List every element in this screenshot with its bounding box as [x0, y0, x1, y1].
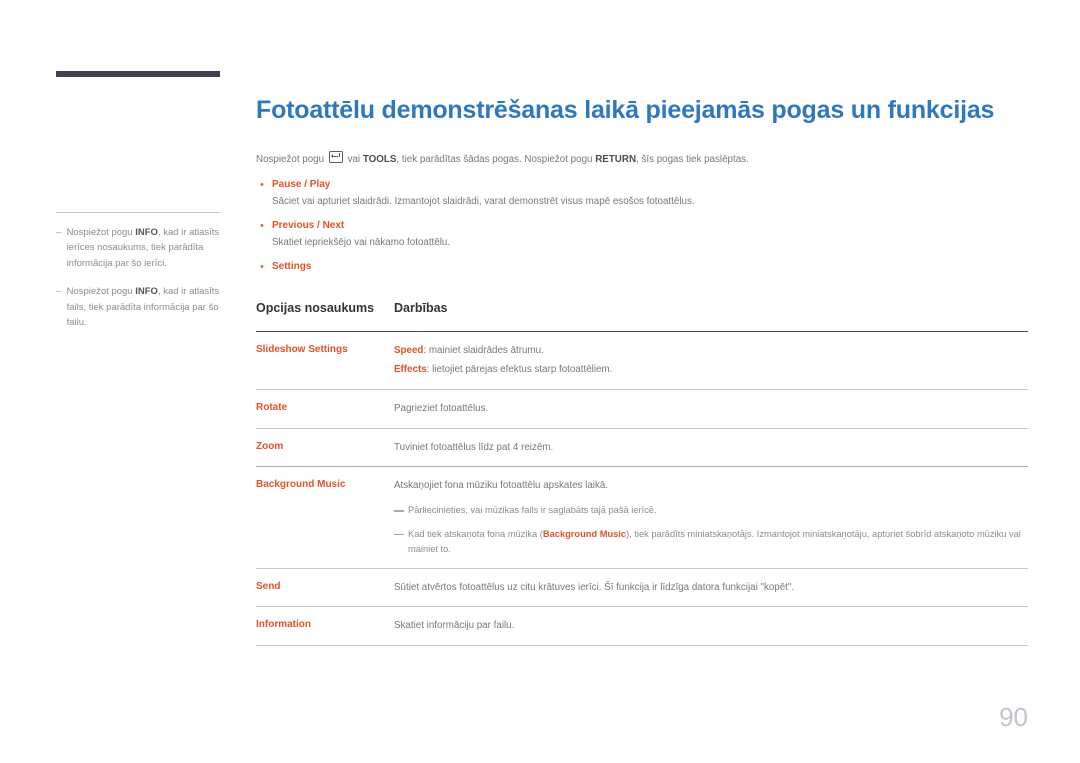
note-text-strong: INFO [135, 227, 158, 238]
row-actions: Pagrieziet fotoattēlus. [378, 389, 1028, 429]
intro-text-4: , šīs pogas tiek paslēptas. [636, 153, 749, 165]
table-row: Rotate Pagrieziet fotoattēlus. [256, 389, 1028, 429]
intro-text-1: Nospiežot pogu [256, 153, 325, 165]
dash-marker: – [56, 227, 62, 238]
sub-note-text: Kad tiek atskaņota fona mūzika (Backgrou… [408, 527, 1028, 557]
row-option-name: Send [256, 568, 378, 608]
sub-note: Pārliecinieties, vai mūzikas fails ir sa… [394, 503, 1028, 518]
intro-paragraph: Nospiežot pogu vai TOOLS, tiek parādītas… [256, 150, 1028, 168]
table-row: Information Skatiet informāciju par fail… [256, 606, 1028, 646]
sub-note-text: Pārliecinieties, vai mūzikas fails ir sa… [408, 503, 1028, 518]
row-actions: Speed: mainiet slaidrādes ātrumu. Effect… [378, 331, 1028, 390]
bullet-dot-icon: • [260, 260, 264, 273]
bullet-dot-icon: • [260, 219, 264, 232]
column-header-actions: Darbības [378, 300, 1028, 332]
column-header-option-name: Opcijas nosaukums [256, 300, 378, 332]
list-item-description: Skatiet iepriekšējo vai nākamo fotoattēl… [272, 236, 451, 248]
sidebar-note-text: Nospiežot pogu INFO, kad ir atlasīts fai… [67, 284, 224, 330]
note-text-before: Nospiežot pogu [66, 227, 136, 238]
dash-marker-icon [394, 509, 404, 512]
action-line: Pagrieziet fotoattēlus. [394, 402, 489, 414]
sub-note-before: Pārliecinieties, vai mūzikas fails ir sa… [408, 504, 657, 515]
sub-note-strong: Background Music [542, 528, 627, 539]
main-content: Fotoattēlu demonstrēšanas laikā pieejamā… [256, 96, 1028, 646]
table-row: Background Music Atskaņojiet fona mūziku… [256, 466, 1028, 569]
row-option-name: Background Music [256, 466, 378, 569]
action-keyword: Effects [394, 364, 427, 376]
intro-text-2: vai [347, 153, 361, 165]
sidebar-note-text: Nospiežot pogu INFO, kad ir atlasīts ier… [67, 225, 224, 271]
table-row: Slideshow Settings Speed: mainiet slaidr… [256, 331, 1028, 390]
dash-marker: – [56, 286, 62, 298]
table-row: Zoom Tuviniet fotoattēlus līdz pat 4 rei… [256, 428, 1028, 468]
intro-text-3: , tiek parādītas šādas pogas. Nospiežot … [396, 153, 593, 165]
action-line: Skatiet informāciju par failu. [394, 620, 515, 632]
action-line: Effects: lietojiet pārejas efektus starp… [394, 362, 1028, 378]
action-line: Sūtiet atvērtos fotoattēlus uz citu krāt… [394, 581, 795, 593]
row-option-name: Rotate [256, 389, 378, 429]
sidebar-note: – Nospiežot pogu INFO, kad ir atlasīts f… [56, 284, 224, 330]
row-option-name: Zoom [256, 428, 378, 468]
intro-return-label: RETURN [595, 153, 637, 165]
row-option-name: Information [256, 606, 378, 646]
row-option-name: Slideshow Settings [256, 331, 378, 390]
list-item-title: Settings [272, 260, 312, 272]
note-text-strong: INFO [135, 286, 158, 298]
options-table: Opcijas nosaukums Darbības Slideshow Set… [256, 300, 1028, 646]
sub-note-before: Kad tiek atskaņota fona mūzika ( [408, 528, 543, 539]
header-decorative-bar [56, 71, 220, 77]
sub-note: Kad tiek atskaņota fona mūzika (Backgrou… [394, 527, 1028, 557]
action-text: : mainiet slaidrādes ātrumu. [423, 344, 544, 356]
action-line: Speed: mainiet slaidrādes ātrumu. [394, 343, 1028, 359]
intro-tools-label: TOOLS [362, 153, 397, 165]
sidebar-notes: – Nospiežot pogu INFO, kad ir atlasīts i… [56, 212, 224, 343]
list-item: • Settings [256, 260, 1028, 275]
sidebar-divider [56, 212, 220, 213]
action-keyword: Speed [394, 344, 424, 356]
action-text: : lietojiet pārejas efektus starp fotoat… [426, 364, 613, 376]
row-actions: Tuviniet fotoattēlus līdz pat 4 reizēm. [378, 428, 1028, 468]
list-item-description: Sāciet vai apturiet slaidrādi. Izmantojo… [272, 196, 695, 208]
button-list: • Pause / Play Sāciet vai apturiet slaid… [256, 178, 1028, 274]
row-actions: Skatiet informāciju par failu. [378, 606, 1028, 646]
sidebar-note: – Nospiežot pogu INFO, kad ir atlasīts i… [56, 225, 224, 271]
table-row: Send Sūtiet atvērtos fotoattēlus uz citu… [256, 568, 1028, 608]
bullet-dot-icon: • [260, 179, 264, 192]
row-actions: Sūtiet atvērtos fotoattēlus uz citu krāt… [378, 568, 1028, 608]
action-line: Tuviniet fotoattēlus līdz pat 4 reizēm. [394, 441, 554, 453]
page-number: 90 [999, 702, 1028, 732]
dash-marker-icon [394, 533, 404, 536]
note-text-before: Nospiežot pogu [66, 286, 136, 298]
list-item-title: Previous / Next [272, 219, 345, 231]
list-item: • Pause / Play Sāciet vai apturiet slaid… [256, 178, 1028, 210]
table-header-row: Opcijas nosaukums Darbības [256, 300, 1028, 332]
enter-key-icon [328, 150, 343, 163]
list-item: • Previous / Next Skatiet iepriekšējo va… [256, 219, 1028, 251]
list-item-title: Pause / Play [272, 179, 331, 191]
action-line: Atskaņojiet fona mūziku fotoattēlu apska… [394, 480, 609, 492]
row-actions: Atskaņojiet fona mūziku fotoattēlu apska… [378, 466, 1028, 569]
page-title: Fotoattēlu demonstrēšanas laikā pieejamā… [256, 96, 995, 124]
